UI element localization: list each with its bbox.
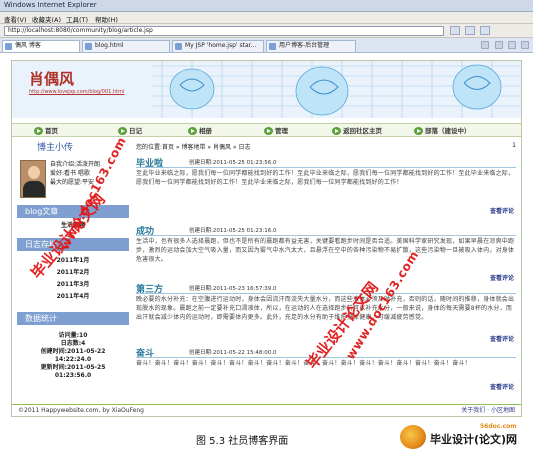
tab-label: 用户博客-后台管理 (279, 42, 330, 49)
page-icon (269, 43, 276, 50)
page-icon (85, 43, 92, 50)
arrow-right-icon (118, 127, 127, 135)
stat-line: 更新时间:2011-05-25 (40, 364, 106, 371)
browser-menu-bar: 查看(V) 收藏夹(A) 工具(T) 帮助(H) (0, 12, 533, 24)
divider (136, 235, 516, 236)
brand-logo: 56doc.com 毕业设计(论文)网 (400, 423, 530, 453)
tab-label: My JSP 'home.jsp' star... (185, 42, 257, 49)
nav-label: 返回社区主页 (343, 127, 382, 135)
main-content: 您的位置:首页 » 博客地带 » 肖偶风 » 日志 1 毕业啦 创建日期:201… (136, 142, 518, 404)
breadcrumb-text: 您的位置:首页 » 博客地带 » 肖偶风 » 日志 (136, 144, 251, 151)
nav-label: 相册 (199, 127, 212, 135)
article-item: 毕业啦 创建日期:2011-05-25 01:23:56.0 至此毕业来临之际，… (136, 156, 518, 216)
article-date: 创建日期:2011-05-25 01:23:16.0 (189, 228, 277, 234)
feed-icon[interactable] (494, 41, 503, 49)
article-date: 创建日期:2011-05-25 01:23:56.0 (189, 160, 277, 166)
brand-name: 毕业设计(论文)网 (430, 433, 518, 446)
view-comments-link[interactable]: 查看评论 (490, 334, 514, 343)
address-input[interactable]: http://localhost:8080/community/blog/art… (4, 26, 444, 36)
nav-diary[interactable]: 日记 (118, 126, 142, 136)
tab-label: blog.html (95, 42, 124, 49)
view-comments-link[interactable]: 查看评论 (490, 273, 514, 282)
address-bar: http://localhost:8080/community/blog/art… (0, 24, 533, 38)
stats-block: 访问量:10 日志数:4 创建时间:2011-05-22 14:22:24.0 … (17, 332, 129, 380)
blog-page: 肖偶风 http://www.lovejsp.com/blog/001.html… (11, 60, 522, 417)
nav-label: 管理 (275, 127, 288, 135)
divider (136, 167, 516, 168)
nav-label: 首页 (45, 127, 58, 135)
brand-swirl-icon (400, 425, 426, 449)
arrow-right-icon (34, 127, 43, 135)
nav-community-home[interactable]: 返回社区主页 (332, 126, 382, 136)
article-item: 成功 创建日期:2011-05-25 01:23:16.0 生活中，也有很多人选… (136, 224, 518, 284)
window-title: Windows Internet Explorer (4, 1, 97, 9)
avatar (20, 160, 46, 198)
page-footer: ©2011 Happywebsite.com, by XiaOuFeng 关于我… (12, 404, 521, 416)
brand-domain: 56doc.com (480, 423, 517, 430)
nav-bar: 首页 日记 相册 管理 返回社区主页 部落（建设中） (12, 123, 521, 137)
nav-label: 日记 (129, 127, 142, 135)
stat-line: 日志数:4 (60, 340, 86, 347)
arrow-right-icon (414, 127, 423, 135)
article-date: 创建日期:2011-05-23 16:57:39.0 (189, 286, 277, 292)
stats-heading: 数据统计 (17, 312, 129, 325)
search-icon[interactable] (480, 26, 491, 35)
banner: 肖偶风 http://www.lovejsp.com/blog/001.html (12, 61, 521, 118)
nav-label: 部落（建设中） (425, 127, 471, 135)
nav-manage[interactable]: 管理 (264, 126, 288, 136)
nav-album[interactable]: 相册 (188, 126, 212, 136)
copyright-text: ©2011 Happywebsite.com, by XiaOuFeng (18, 407, 144, 414)
browser-title-bar: Windows Internet Explorer (0, 0, 533, 12)
view-comments-link[interactable]: 查看评论 (490, 382, 514, 391)
arrow-right-icon (188, 127, 197, 135)
menu-tools[interactable]: 工具(T) (66, 14, 88, 24)
stat-line: 创建时间:2011-05-22 (40, 348, 106, 355)
archive-link[interactable]: 2011年4月 (17, 291, 129, 303)
menu-view[interactable]: 查看(V) (4, 14, 27, 24)
address-buttons (450, 26, 530, 36)
article-body: 生活中，也有很多人选择晨跑，但也不是所有的晨跑都有益无害，关键要看跑步时间是否合… (136, 238, 515, 263)
stat-line: 14:22:24.0 (54, 356, 92, 363)
site-url-link[interactable]: http://www.lovejsp.com/blog/001.html (29, 89, 124, 95)
nav-home[interactable]: 首页 (34, 126, 58, 136)
page-number[interactable]: 1 (512, 142, 516, 149)
tab-blog-html[interactable]: blog.html (82, 40, 170, 52)
footer-links[interactable]: 关于我们 · 小区地图 (461, 405, 515, 416)
arrow-right-icon (264, 127, 273, 135)
site-title: 肖偶风 (29, 70, 75, 88)
tab-bar: 偶风 博客 blog.html My JSP 'home.jsp' star..… (0, 38, 533, 53)
page-icon (5, 43, 12, 50)
view-comments-link[interactable]: 查看评论 (490, 206, 514, 215)
home-icon[interactable] (481, 41, 490, 49)
tab-home-jsp[interactable]: My JSP 'home.jsp' star... (172, 40, 264, 52)
page-menu-icon[interactable] (521, 41, 529, 49)
archive-link[interactable]: 2011年3月 (17, 279, 129, 291)
article-body: 至此毕业来临之际，愿我们每一位同学都能找到好的工作！至此毕业来临之际，愿我们每一… (136, 170, 515, 186)
refresh-icon[interactable] (450, 26, 460, 35)
menu-help[interactable]: 帮助(H) (95, 14, 118, 24)
profile-line: 爱好:看书 唱歌 (50, 170, 90, 177)
article-body: 晚必要的水分补充：在空腹进行运动时，身体会因流汗而流失大量水分，而这些液体必须及… (136, 296, 515, 321)
tab-blog[interactable]: 偶风 博客 (2, 40, 80, 52)
menu-favorites[interactable]: 收藏夹(A) (32, 14, 61, 24)
tab-admin[interactable]: 用户博客-后台管理 (266, 40, 356, 52)
stat-line: 访问量:10 (58, 332, 88, 339)
figure-caption: 图 5.3 社员博客界面 (196, 436, 289, 447)
page-icon (175, 43, 182, 50)
browser-tools (478, 41, 529, 51)
article-date: 创建日期:2011-05-22 15:48:00.0 (189, 350, 277, 356)
print-icon[interactable] (507, 41, 516, 49)
breadcrumb: 您的位置:首页 » 博客地带 » 肖偶风 » 日志 1 (136, 142, 518, 152)
tab-label: 偶风 博客 (15, 42, 41, 49)
stop-icon[interactable] (465, 26, 476, 35)
divider (136, 293, 516, 294)
arrow-right-icon (332, 127, 341, 135)
stat-line: 01:23:56.0 (54, 372, 92, 379)
nav-tribe[interactable]: 部落（建设中） (414, 126, 471, 136)
